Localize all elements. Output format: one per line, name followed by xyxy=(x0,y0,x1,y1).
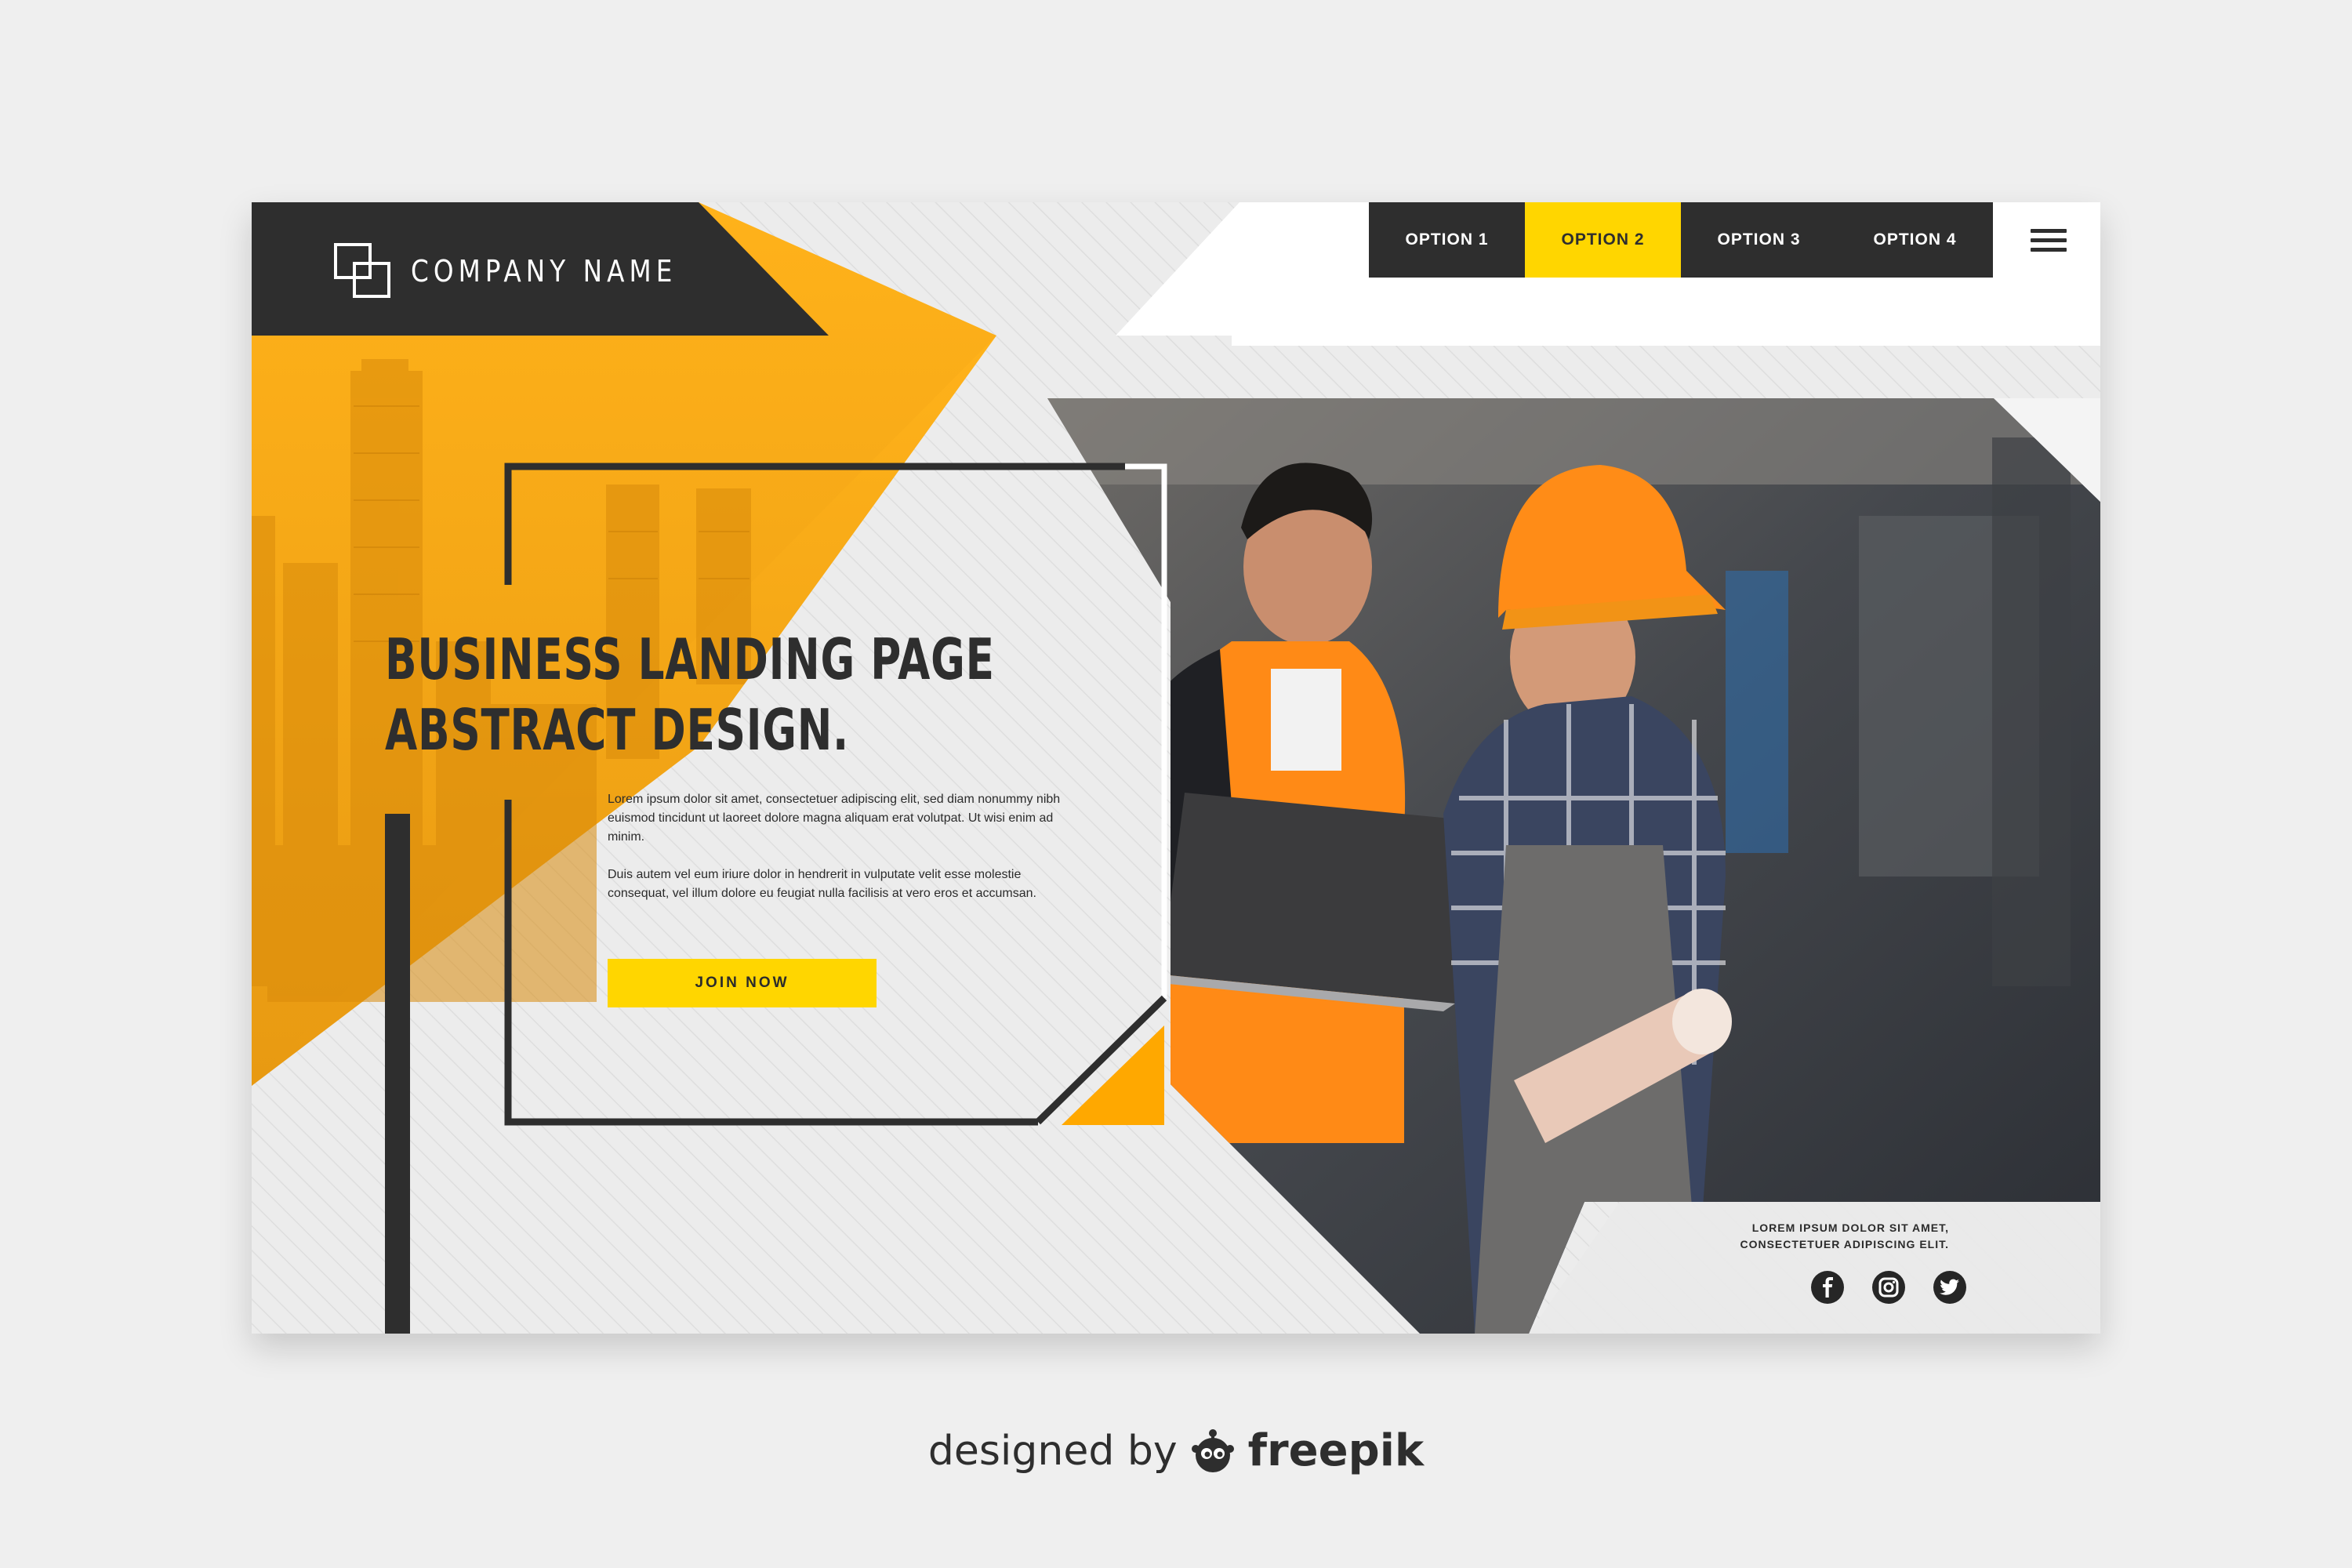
freepik-logo-icon xyxy=(1191,1428,1234,1472)
headline-line-2: ABSTRACT DESIGN. xyxy=(385,697,850,763)
main-nav: OPTION 1 OPTION 2 OPTION 3 OPTION 4 xyxy=(1369,202,1993,278)
nav-option-4[interactable]: OPTION 4 xyxy=(1837,202,1993,278)
designer-credit: designed by freepik xyxy=(0,1425,2352,1476)
footer-tagline-line-2: CONSECTETUER ADIPISCING ELIT. xyxy=(1740,1238,1949,1250)
footer-tagline: LOREM IPSUM DOLOR SIT AMET, CONSECTETUER… xyxy=(1686,1220,1949,1253)
hero-paragraph-1: Lorem ipsum dolor sit amet, consectetuer… xyxy=(608,793,1061,844)
nav-option-2[interactable]: OPTION 2 xyxy=(1525,202,1681,278)
credit-prefix: designed by xyxy=(927,1427,1178,1475)
credit-brand: freepik xyxy=(1247,1425,1425,1476)
facebook-icon[interactable] xyxy=(1811,1271,1844,1304)
nav-option-1[interactable]: OPTION 1 xyxy=(1369,202,1525,278)
twitter-icon[interactable] xyxy=(1933,1271,1966,1304)
background-graphics xyxy=(252,202,2100,1334)
nav-option-3[interactable]: OPTION 3 xyxy=(1681,202,1837,278)
footer-tagline-line-1: LOREM IPSUM DOLOR SIT AMET, xyxy=(1751,1221,1949,1234)
landing-page-card: COMPANY NAME OPTION 1 OPTION 2 OPTION 3 … xyxy=(252,202,2100,1334)
logo[interactable]: COMPANY NAME xyxy=(334,243,720,299)
hero-paragraph-2: Duis autem vel eum iriure dolor in hendr… xyxy=(608,868,1036,900)
logo-squares-icon xyxy=(334,243,392,299)
instagram-icon[interactable] xyxy=(1872,1271,1905,1304)
headline-line-1: BUSINESS LANDING PAGE xyxy=(385,626,995,692)
hamburger-icon[interactable] xyxy=(2031,229,2067,252)
company-name: COMPANY NAME xyxy=(411,254,677,289)
join-now-button[interactable]: JOIN NOW xyxy=(608,959,877,1007)
page: COMPANY NAME OPTION 1 OPTION 2 OPTION 3 … xyxy=(0,0,2352,1568)
hero-headline: BUSINESS LANDING PAGE ABSTRACT DESIGN. xyxy=(385,624,995,765)
